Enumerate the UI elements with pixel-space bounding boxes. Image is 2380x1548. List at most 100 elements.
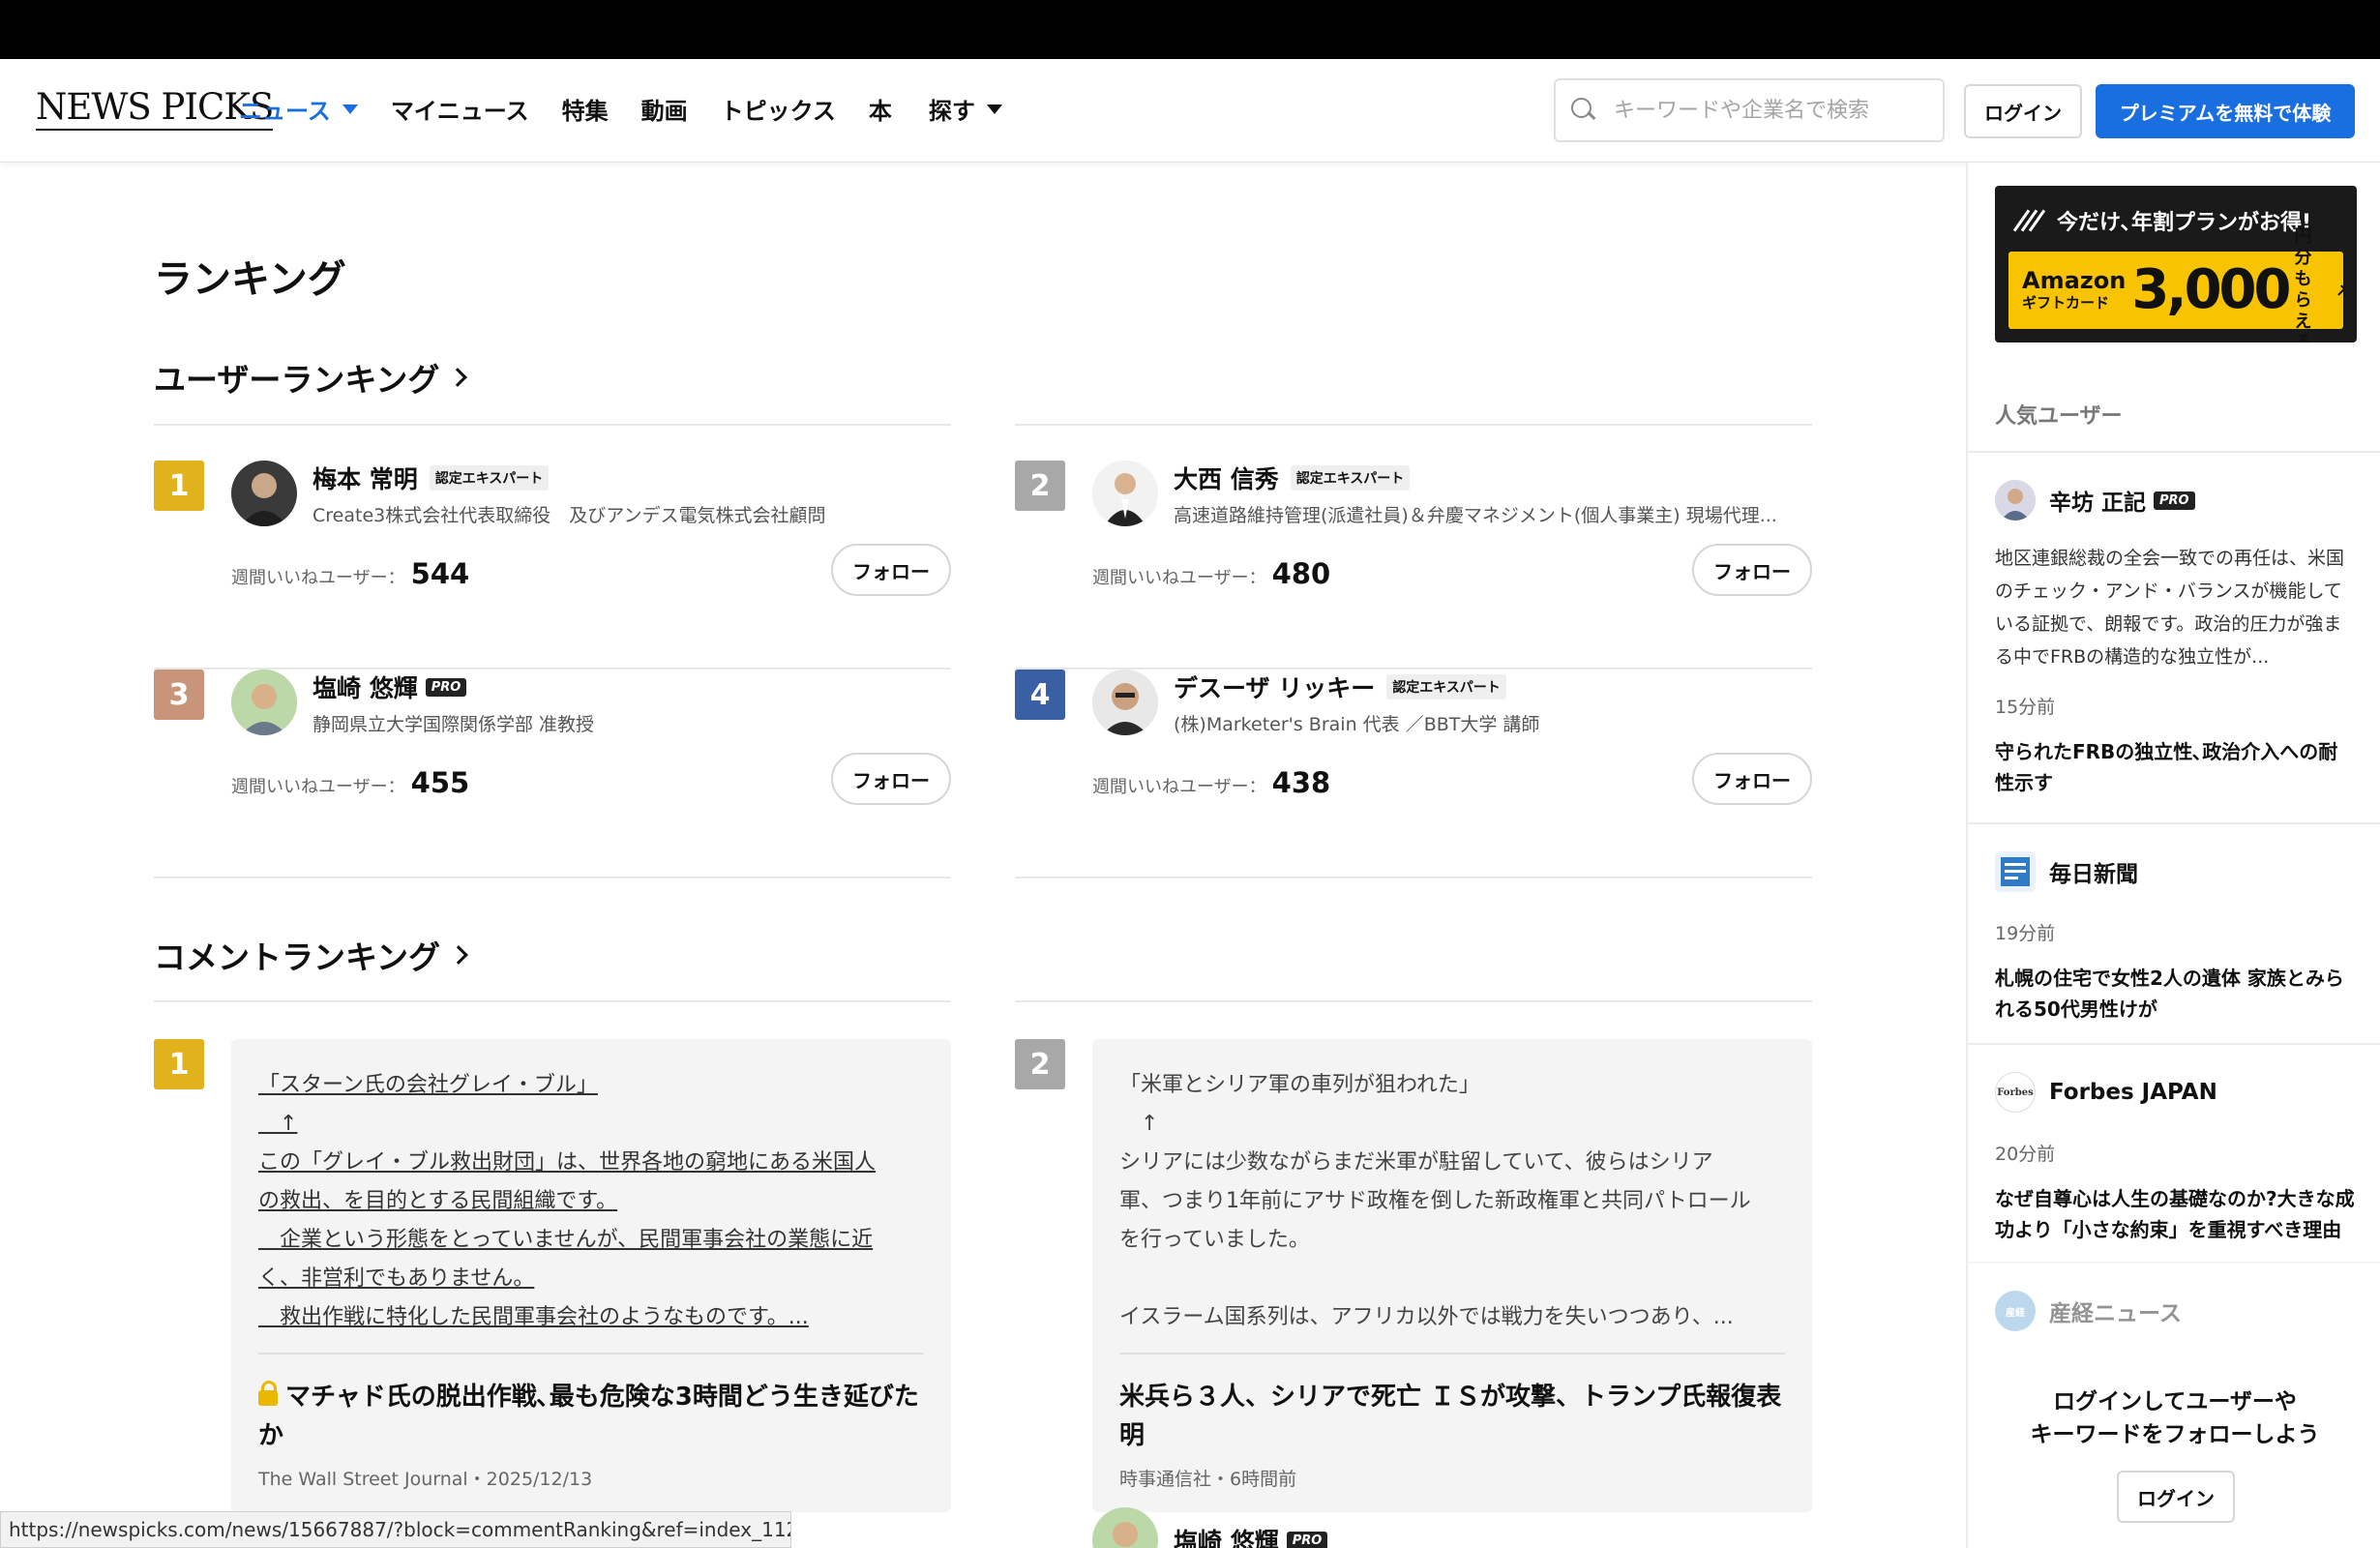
divider bbox=[154, 1000, 951, 1002]
login-button[interactable]: ログイン bbox=[1964, 84, 2082, 138]
nav-explore[interactable]: 探す bbox=[929, 92, 1002, 126]
nav-features[interactable]: 特集 bbox=[562, 92, 609, 126]
popular-user-header[interactable]: Forbes Forbes JAPAN bbox=[1995, 1072, 2355, 1113]
chevron-right-icon bbox=[449, 945, 468, 965]
comment-line: 軍、つまり1年前にアサド政権を倒した新政権軍と共同パトロール bbox=[1119, 1189, 1751, 1213]
user-rank-card: 1 梅本 常明 認定エキスパート Create3株式会社代表取締役 及びアンデス電… bbox=[154, 461, 951, 670]
expert-badge: 認定エキスパート bbox=[429, 465, 550, 491]
follow-button[interactable]: フォロー bbox=[1692, 753, 1812, 805]
avatar[interactable] bbox=[1092, 670, 1158, 735]
user-name[interactable]: 梅本 常明 認定エキスパート bbox=[312, 461, 550, 495]
search-input[interactable] bbox=[1614, 98, 1923, 123]
likes-count: 455 bbox=[410, 766, 470, 799]
lock-icon bbox=[258, 1381, 278, 1406]
nav-topics[interactable]: トピックス bbox=[721, 92, 836, 126]
forbes-logo-icon: Forbes bbox=[1995, 1072, 2036, 1113]
popular-user-header[interactable]: 毎日新聞 bbox=[1995, 851, 2355, 892]
sidebar: 今だけ､年割プランがお得! Amazon ギフトカード 3,000 円分 もらえ… bbox=[1966, 163, 2380, 1548]
site-header: NEWS PICKS ニュース マイニュース 特集 動画 トピックス 本 探す … bbox=[0, 59, 2380, 163]
avatar[interactable] bbox=[1092, 461, 1158, 526]
pro-badge: PRO bbox=[1286, 1531, 1328, 1548]
login-prompt-line: キーワードをフォローしよう bbox=[2030, 1422, 2320, 1447]
search-box bbox=[1554, 78, 1945, 142]
promo-banner[interactable]: 今だけ､年割プランがお得! Amazon ギフトカード 3,000 円分 もらえ… bbox=[1995, 186, 2357, 342]
user-name[interactable]: デスーザ リッキー 認定エキスパート bbox=[1174, 670, 1506, 704]
article-title-text: マチャド氏の脱出作戦､最も危険な3時間どう生き延びたか bbox=[258, 1383, 919, 1450]
commenter[interactable]: 塩崎 悠輝 PRO bbox=[1092, 1507, 1328, 1548]
promo-unit-text: もらえる bbox=[2294, 269, 2312, 342]
follow-button[interactable]: フォロー bbox=[831, 753, 951, 805]
newspicks-mark-icon bbox=[2012, 208, 2047, 233]
article-meta: 時事通信社・6時間前 bbox=[1119, 1469, 1297, 1490]
follow-button[interactable]: フォロー bbox=[1692, 544, 1812, 596]
popular-user-name: 辛坊 正記 bbox=[2049, 491, 2147, 516]
popular-user-item[interactable]: Forbes Forbes JAPAN 20分前 なぜ自尊心は人生の基礎なのか?… bbox=[1968, 1043, 2380, 1262]
comment-line: ↑ bbox=[258, 1112, 298, 1136]
user-name[interactable]: 塩崎 悠輝 PRO bbox=[312, 670, 467, 704]
rank-badge: 2 bbox=[1015, 461, 1065, 511]
comment-ranking-heading[interactable]: コメントランキング bbox=[154, 932, 468, 978]
article-title[interactable]: なぜ自尊心は人生の基礎なのか?大きな成功より「小さな約束」を重視すべき理由 bbox=[1995, 1183, 2355, 1245]
rank-badge: 4 bbox=[1015, 670, 1065, 720]
popular-user-name: 毎日新聞 bbox=[2049, 862, 2138, 887]
user-title: (株)Marketer's Brain 代表 ／BBT大学 講師 bbox=[1174, 714, 1540, 735]
promo-unit: 円分 もらえる bbox=[2288, 226, 2326, 342]
popular-user-item[interactable]: 毎日新聞 19分前 札幌の住宅で女性2人の遺体 家族とみられる50代男性けが bbox=[1968, 822, 2380, 1043]
promo-headline-text: 今だけ､年割プランがお得! bbox=[2057, 211, 2312, 235]
comment-card[interactable]: 「スターン氏の会社グレイ・ブル」 ↑ この「グレイ・ブル救出財団」は、世界各地の… bbox=[231, 1039, 951, 1512]
article-title[interactable]: 守られたFRBの独立性､政治介入への耐性示す bbox=[1995, 736, 2355, 798]
article-title[interactable]: 米兵ら３人、シリアで死亡 ＩＳが攻撃、トランプ氏報復表明 bbox=[1119, 1378, 1785, 1455]
user-name[interactable]: 大西 信秀 認定エキスパート bbox=[1174, 461, 1411, 495]
comment-text[interactable]: 「スターン氏の会社グレイ・ブル」 ↑ この「グレイ・ブル救出財団」は、世界各地の… bbox=[258, 1066, 924, 1333]
expert-badge: 認定エキスパート bbox=[1386, 674, 1506, 700]
user-name-text: 梅本 常明 bbox=[312, 465, 418, 493]
avatar bbox=[1995, 480, 2036, 521]
popular-user-item[interactable]: 辛坊 正記 PRO 地区連銀総裁の全会一致での再任は、米国のチェック・アンド・バ… bbox=[1968, 451, 2380, 822]
comment-line: を行っていました。 bbox=[1119, 1228, 1310, 1252]
status-bar-url: https://newspicks.com/news/15667887/?blo… bbox=[0, 1511, 791, 1548]
chevron-right-icon bbox=[448, 368, 468, 387]
avatar[interactable] bbox=[231, 670, 297, 735]
timestamp: 19分前 bbox=[1995, 923, 2056, 944]
popular-user-header[interactable]: 産経 産経ニュース bbox=[1995, 1291, 2355, 1331]
rank-badge: 1 bbox=[154, 461, 204, 511]
chevron-right-icon bbox=[2335, 284, 2346, 296]
nav-video[interactable]: 動画 bbox=[641, 92, 688, 126]
user-rank-card: 2 大西 信秀 認定エキスパート 高速道路維持管理(派遣社員)＆弁慶マネジメント(… bbox=[1015, 461, 1812, 670]
avatar[interactable] bbox=[231, 461, 297, 526]
newspicks-logo[interactable]: NEWS PICKS bbox=[36, 88, 274, 131]
login-prompt: ログインしてユーザーや キーワードをフォローしよう bbox=[1968, 1385, 2380, 1451]
weekly-likes: 週間いいねユーザー： 438 bbox=[1092, 766, 1330, 799]
comment-text[interactable]: 「米軍とシリア軍の車列が狙われた」 ↑ シリアには少数ながらまだ米軍が駐留してい… bbox=[1119, 1066, 1785, 1333]
browser-top-bar bbox=[0, 0, 2380, 59]
nav-books[interactable]: 本 bbox=[869, 92, 892, 126]
nav-explore-label: 探す bbox=[928, 98, 975, 125]
article-title[interactable]: マチャド氏の脱出作戦､最も危険な3時間どう生き延びたか bbox=[258, 1378, 924, 1455]
user-name-text: デスーザ リッキー bbox=[1174, 674, 1376, 702]
likes-count: 480 bbox=[1271, 557, 1331, 590]
article-title[interactable]: 札幌の住宅で女性2人の遺体 家族とみられる50代男性けが bbox=[1995, 963, 2355, 1025]
sankei-logo-icon: 産経 bbox=[1995, 1291, 2036, 1331]
comment-line: く、非営利でもありません。 bbox=[258, 1266, 535, 1291]
nav-news[interactable]: ニュース bbox=[239, 92, 358, 126]
comment-line bbox=[1119, 1260, 1785, 1298]
comment-snippet[interactable]: 地区連銀総裁の全会一致での再任は、米国のチェック・アンド・バランスが機能している… bbox=[1995, 542, 2355, 673]
nav-my-news[interactable]: マイニュース bbox=[391, 92, 529, 126]
page-title: ランキング bbox=[154, 257, 346, 302]
amazon-text: Amazon bbox=[2022, 266, 2127, 294]
rank-badge: 3 bbox=[154, 670, 204, 720]
popular-user-name: Forbes JAPAN bbox=[2049, 1080, 2217, 1105]
weekly-likes: 週間いいねユーザー： 480 bbox=[1092, 557, 1330, 590]
comment-card[interactable]: 「米軍とシリア軍の車列が狙われた」 ↑ シリアには少数ながらまだ米軍が駐留してい… bbox=[1092, 1039, 1812, 1512]
user-title: 高速道路維持管理(派遣社員)＆弁慶マネジメント(個人事業主) 現場代理... bbox=[1174, 505, 1777, 526]
likes-label: 週間いいねユーザー： bbox=[1092, 568, 1266, 588]
comment-line: 「米軍とシリア軍の車列が狙われた」 bbox=[1119, 1073, 1480, 1097]
user-ranking-heading[interactable]: ユーザーランキング bbox=[154, 354, 468, 401]
search-icon bbox=[1571, 98, 1596, 123]
popular-user-item[interactable]: 産経 産経ニュース bbox=[1968, 1262, 2380, 1358]
sidebar-login-button[interactable]: ログイン bbox=[2117, 1471, 2235, 1523]
premium-trial-button[interactable]: プレミアムを無料で体験 bbox=[2096, 84, 2355, 138]
popular-user-header[interactable]: 辛坊 正記 PRO bbox=[1995, 480, 2355, 521]
follow-button[interactable]: フォロー bbox=[831, 544, 951, 596]
main-nav: ニュース マイニュース 特集 動画 トピックス 本 探す bbox=[239, 92, 1035, 126]
